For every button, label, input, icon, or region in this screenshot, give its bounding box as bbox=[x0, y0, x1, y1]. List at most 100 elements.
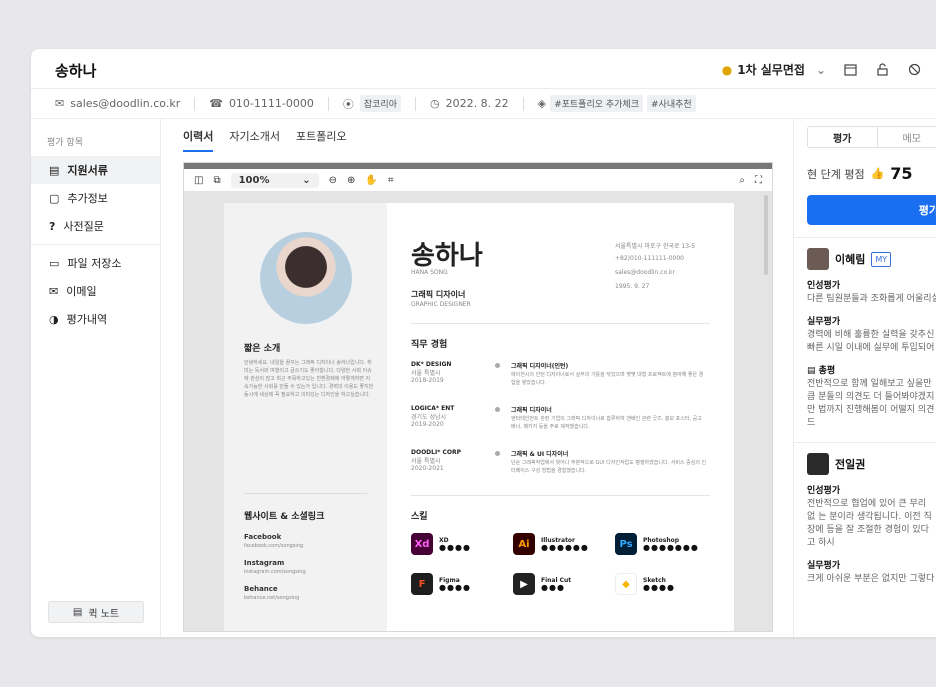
sidebar-item-extra-info[interactable]: ▢ 추가정보 bbox=[31, 184, 160, 212]
score-value: 75 bbox=[890, 164, 913, 183]
skill-level: ●●●● bbox=[439, 542, 471, 552]
tab-evaluation[interactable]: 평가 bbox=[808, 127, 878, 147]
my-badge: MY bbox=[871, 251, 892, 267]
tag-icon: ◈ bbox=[537, 97, 547, 110]
block-icon[interactable] bbox=[906, 62, 922, 78]
sidebar-item-documents[interactable]: ▤ 지원서류 bbox=[31, 156, 160, 184]
resume-right-column: 송하나 HANA SONG 그래픽 디자이너 GRAPHIC DESIGNER … bbox=[387, 203, 734, 631]
note-icon: ▤ bbox=[807, 366, 819, 376]
viewer-toolbar: ◫ ⧉ 100% ⌄ ⊖ ⊕ ✋ ⌗ ⌕ ⛶ bbox=[184, 163, 772, 191]
sidebar-title: 평가 항목 bbox=[47, 138, 83, 148]
avatar bbox=[807, 248, 829, 270]
skill-item: Ai Illustrator ●●●●●● bbox=[513, 533, 589, 555]
location-icon: ⦿ bbox=[342, 97, 354, 111]
sidebar-item-label: 파일 저장소 bbox=[67, 257, 122, 270]
phone: 010-1111-0000 bbox=[228, 97, 314, 110]
skill-level: ●●●●●●● bbox=[643, 542, 699, 552]
fit-icon[interactable]: ⌗ bbox=[388, 175, 394, 186]
mail-icon: ✉ bbox=[55, 97, 65, 110]
review-heading-label: 총평 bbox=[818, 366, 836, 376]
intro-title: 짧은 소개 bbox=[244, 344, 281, 354]
hand-icon[interactable]: ✋ bbox=[365, 175, 377, 186]
sidebar-item-history[interactable]: ◑ 평가내역 bbox=[31, 305, 160, 333]
quick-note-label: 퀵 노트 bbox=[88, 608, 120, 620]
review-text: 다른 팀원분들과 조화롭게 어울리실 것으로 보입니다. 그러면서도 자신이 달… bbox=[807, 294, 936, 304]
stage-dropdown[interactable]: ● 1차 실무면접 ⌄ bbox=[722, 61, 826, 78]
app-logo-icon: Ai bbox=[513, 533, 535, 555]
job-title: 그래픽 & UI 디자이너 bbox=[511, 451, 569, 458]
email[interactable]: sales@doodlin.co.kr bbox=[70, 97, 180, 110]
sidebar-item-files[interactable]: ▭ 파일 저장소 bbox=[31, 249, 160, 277]
app-logo-icon: ▶ bbox=[513, 573, 535, 595]
resume-page: 짧은 소개 안녕하세요. 내일을 꿈꾸는 그래픽 디자이너 송하나입니다. 취미… bbox=[224, 203, 734, 631]
main-content: 이력서 자기소개서 포트폴리오 ◫ ⧉ 100% ⌄ ⊖ ⊕ ✋ ⌗ ⌕ ⛶ 짧은… bbox=[161, 119, 793, 637]
money-bag-icon: ● bbox=[721, 62, 733, 77]
avatar bbox=[807, 453, 829, 475]
skill-item: ▶ Final Cut ●●● bbox=[513, 573, 571, 595]
reviewer-name: 이혜림 bbox=[835, 252, 866, 266]
panel-tabs: 평가 메모 bbox=[807, 126, 936, 148]
skills-title: 스킬 bbox=[411, 512, 428, 522]
clock-icon: ◷ bbox=[430, 97, 440, 110]
tag-chip[interactable]: #사내추천 bbox=[647, 95, 696, 112]
review-heading: ▤ 총평 bbox=[807, 365, 936, 378]
tab-portfolio[interactable]: 포트폴리오 bbox=[296, 128, 347, 144]
divider bbox=[244, 493, 367, 494]
job-desc: 엔터테인먼트 관련 기업의 그래픽 디자이너로 합류하여 앤배인 관련 굿즈, … bbox=[511, 416, 702, 430]
fullscreen-icon[interactable]: ⛶ bbox=[755, 175, 762, 186]
skill-level: ●●● bbox=[541, 582, 565, 592]
stage-label: 1차 실무면접 bbox=[737, 63, 805, 77]
tab-resume[interactable]: 이력서 bbox=[183, 128, 214, 152]
app-window: 송하나 ● 1차 실무면접 ⌄ ✉ sales@doodlin.co.kr ☎ 01… bbox=[31, 49, 936, 637]
date: 2022. 8. 22 bbox=[445, 97, 509, 110]
tab-memo[interactable]: 메모 bbox=[878, 127, 936, 147]
sidebar: 평가 항목 ▤ 지원서류 ▢ 추가정보 ? 사전질문 ▭ 파일 저장소 ✉ 이메일 ◑ 평가… bbox=[31, 119, 161, 637]
tab-cover-letter[interactable]: 자기소개서 bbox=[229, 128, 280, 144]
links-title: 웹사이트 & 소셜링크 bbox=[244, 512, 325, 522]
zoom-out-icon[interactable]: ⊖ bbox=[329, 175, 337, 186]
resume-name: 송하나 bbox=[411, 241, 483, 271]
contact-address: 서울특별시 마포구 한국로 13-5 bbox=[615, 243, 696, 250]
divider bbox=[411, 495, 710, 496]
review-text: 전반적으로 함께 일해보고 싶을만큼 분들의 의견도 더 들어봐야겠지만 법까지… bbox=[807, 379, 935, 428]
sidebar-item-email[interactable]: ✉ 이메일 bbox=[31, 277, 160, 305]
zoom-select[interactable]: 100% ⌄ bbox=[230, 172, 319, 188]
app-logo-icon: F bbox=[411, 573, 433, 595]
document-icon: ▤ bbox=[49, 163, 60, 177]
calendar-icon[interactable] bbox=[842, 62, 858, 78]
score-label: 현 단계 평점 bbox=[807, 167, 865, 181]
search-icon[interactable]: ⌕ bbox=[739, 175, 745, 186]
evaluate-button[interactable]: 평가 bbox=[807, 195, 936, 225]
phone-icon: ☎ bbox=[209, 97, 223, 110]
link-name: Behance bbox=[244, 585, 278, 593]
scrollbar[interactable] bbox=[764, 195, 768, 275]
review-card: 전일권 인성평가 전반적으로 협업에 있어 큰 무리 없 는 분이라 생각됩니다… bbox=[794, 443, 936, 586]
pages-icon[interactable]: ⧉ bbox=[213, 175, 220, 186]
job-entry: DK* DESIGN 서울 특별시 2018-2019 그래픽 디자이너(인턴)… bbox=[411, 361, 711, 386]
tag-chip[interactable]: #포트폴리오 추가체크 bbox=[550, 95, 643, 112]
sidebar-item-label: 추가정보 bbox=[67, 192, 108, 205]
divider bbox=[31, 244, 160, 245]
storage-icon: ▭ bbox=[49, 256, 60, 270]
review-heading: 인성평가 bbox=[807, 486, 841, 496]
quick-note-button[interactable]: ▤ 퀵 노트 bbox=[48, 601, 144, 623]
source-chip: 잡코리아 bbox=[359, 95, 401, 112]
job-desc: 에이전시의 인턴 디자이너로서 실무의 기틀을 닦았으며 몇몇 대형 프로젝트에… bbox=[511, 372, 704, 386]
zoom-in-icon[interactable]: ⊕ bbox=[347, 175, 355, 186]
timeline-dot bbox=[495, 451, 500, 456]
intro-text: 안녕하세요. 내일을 꿈꾸는 그래픽 디자이너 송하나입니다. 취미는 독서와 … bbox=[244, 360, 374, 398]
evaluation-panel: 평가 메모 현 단계 평점 👍 75 평가 이혜림 MY 인성평가 다른 팀원분들… bbox=[793, 119, 936, 637]
skill-level: ●●●●●● bbox=[541, 542, 589, 552]
resume-left-column: 짧은 소개 안녕하세요. 내일을 꿈꾸는 그래픽 디자이너 송하나입니다. 취미… bbox=[224, 203, 387, 631]
timeline-dot bbox=[495, 363, 500, 368]
sidebar-item-pre-questions[interactable]: ? 사전질문 bbox=[31, 212, 160, 240]
review-text: 크게 아쉬운 부분은 없지만 그렇다 bbox=[807, 574, 935, 584]
app-logo-icon: Xd bbox=[411, 533, 433, 555]
thumbs-up-icon: 👍 bbox=[870, 167, 885, 180]
sidebar-toggle-icon[interactable]: ◫ bbox=[194, 175, 203, 186]
sidebar-item-label: 평가내역 bbox=[66, 313, 108, 326]
clipboard-icon: ▢ bbox=[49, 191, 60, 205]
resume-name-en: HANA SONG bbox=[411, 269, 448, 276]
unlock-icon[interactable] bbox=[874, 62, 890, 78]
review-heading: 인성평가 bbox=[807, 281, 841, 291]
